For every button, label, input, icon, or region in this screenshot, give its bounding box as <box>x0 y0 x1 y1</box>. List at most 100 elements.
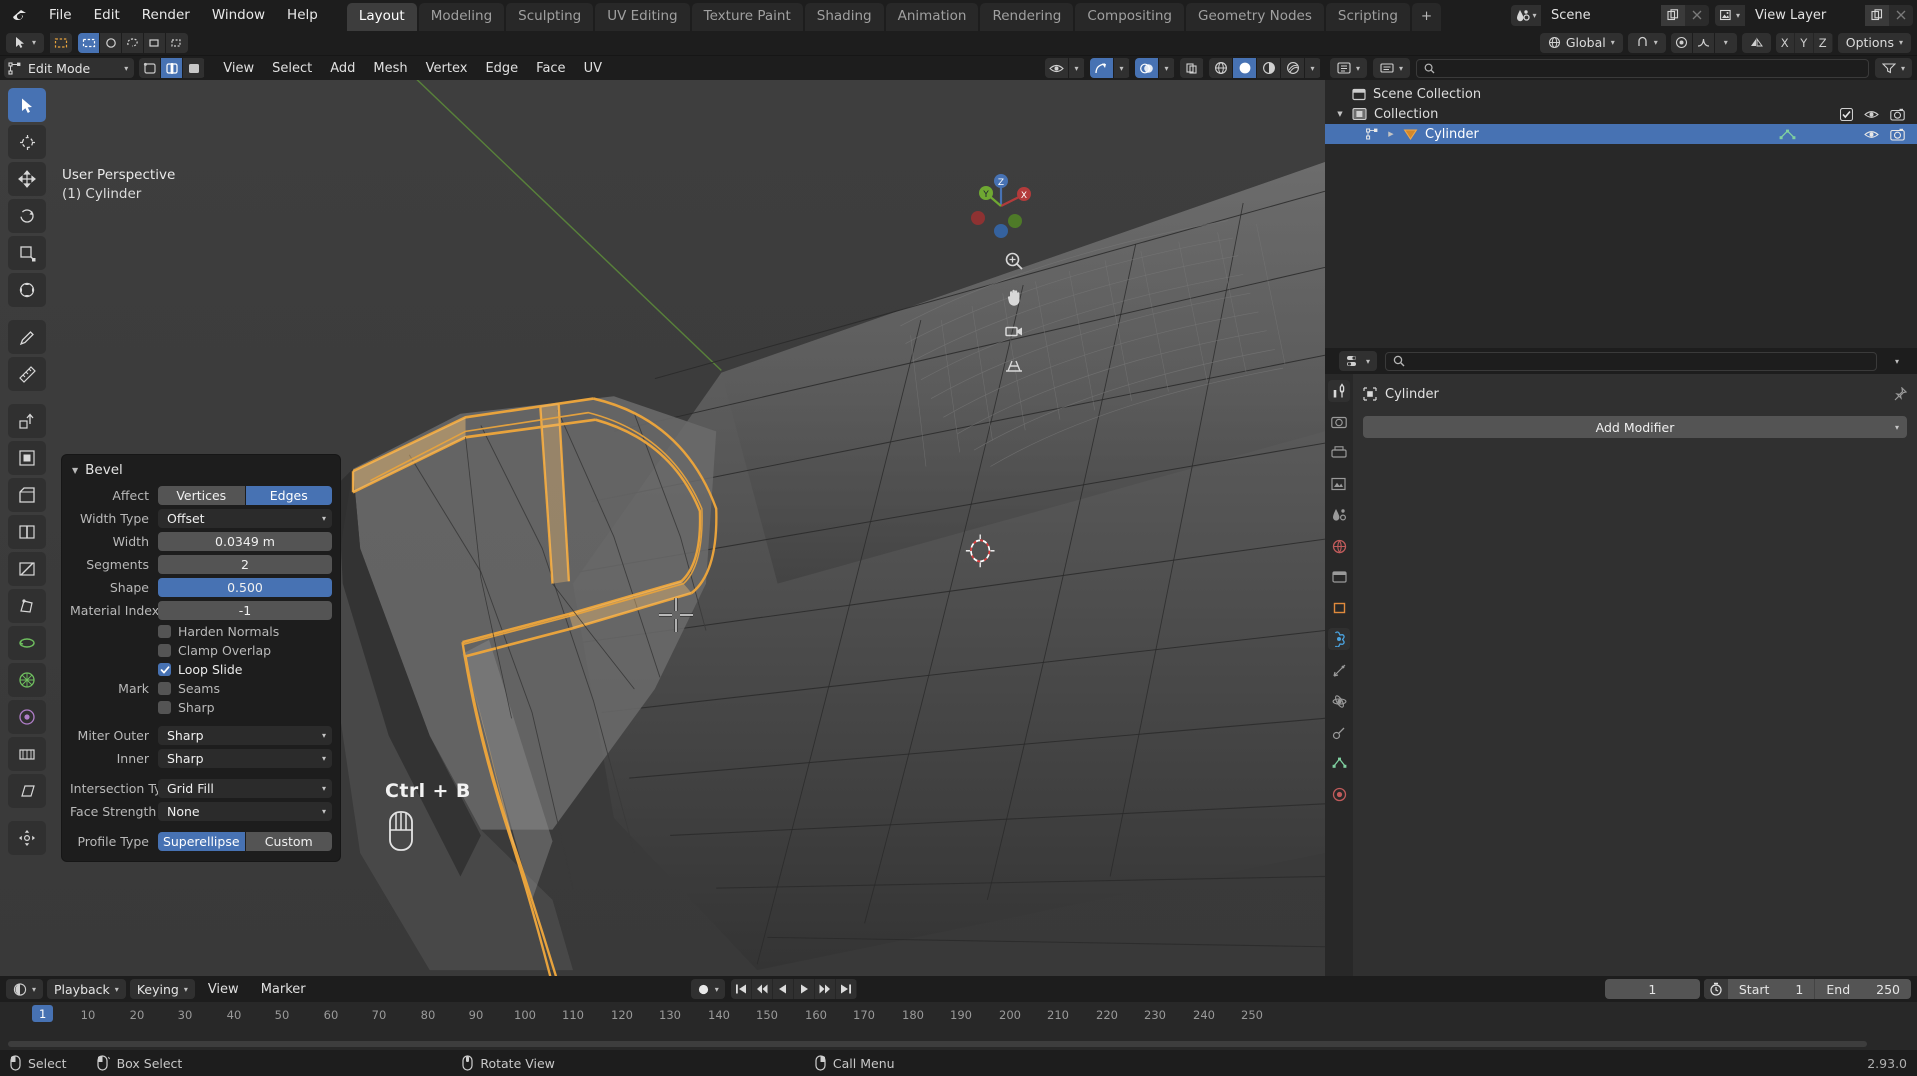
bevel-width-value-field[interactable]: 0.0349 m <box>158 532 332 551</box>
end-frame-field[interactable]: End 250 <box>1815 979 1911 999</box>
show-gizmo-icon[interactable] <box>1090 58 1114 78</box>
timeline-playback-menu[interactable]: Playback ▾ <box>47 979 126 999</box>
vertex-select-mode-icon[interactable] <box>139 58 161 78</box>
chevron-down-icon[interactable]: ▾ <box>1114 58 1130 78</box>
bevel-segments-value-field[interactable]: 2 <box>158 555 332 574</box>
tool-rip-region-icon[interactable] <box>8 821 46 855</box>
start-frame-field[interactable]: Start 1 <box>1728 979 1816 999</box>
active-tool-selector[interactable]: ▾ <box>6 33 44 53</box>
timeline-marker-menu[interactable]: Marker <box>252 979 315 1000</box>
tool-bevel-icon[interactable] <box>8 478 46 512</box>
timeline-horizontal-scrollbar[interactable] <box>8 1041 1867 1047</box>
expand-triangle-icon[interactable]: ▼ <box>1335 110 1345 118</box>
new-view-layer-button[interactable] <box>1865 5 1889 26</box>
chevron-down-icon[interactable]: ▾ <box>1159 58 1175 78</box>
bevel-profile-type-toggle[interactable]: Superellipse Custom <box>158 832 332 851</box>
next-keyframe-button[interactable] <box>815 979 836 999</box>
tab-view-layer[interactable] <box>1328 473 1350 495</box>
mode-selector[interactable]: Edit Mode ▾ <box>4 58 134 78</box>
view-axis-gizmo[interactable]: Z X Y <box>965 170 1035 240</box>
proportional-falloff-icon[interactable] <box>1693 33 1715 53</box>
menu-file[interactable]: File <box>38 3 83 27</box>
tool-tweak-icon[interactable] <box>8 88 46 122</box>
pin-icon[interactable] <box>1893 387 1907 401</box>
bevel-face-strength-dropdown[interactable]: None ▾ <box>158 802 332 821</box>
bevel-affect-toggle[interactable]: Vertices Edges <box>158 486 332 505</box>
outliner-editor-type-selector[interactable]: ▾ <box>1330 58 1367 78</box>
previous-keyframe-button[interactable] <box>752 979 773 999</box>
outliner-search-input[interactable] <box>1416 59 1869 78</box>
menu-render[interactable]: Render <box>131 3 201 27</box>
tweak-select-icon[interactable] <box>50 33 72 53</box>
workspace-tab-layout[interactable]: Layout <box>347 3 417 31</box>
vp-menu-add[interactable]: Add <box>321 58 364 79</box>
camera-render-icon[interactable] <box>1890 108 1905 121</box>
play-button[interactable] <box>794 979 815 999</box>
bevel-affect-vertices-option[interactable]: Vertices <box>158 486 245 505</box>
zoom-icon[interactable] <box>1001 248 1027 274</box>
scene-name[interactable]: Scene <box>1541 5 1661 26</box>
camera-perspective-icon[interactable] <box>1001 318 1027 344</box>
chevron-down-icon[interactable]: ▾ <box>1069 58 1085 78</box>
bevel-mark-sharp-checkbox[interactable] <box>158 701 171 714</box>
bevel-profile-superellipse-option[interactable]: Superellipse <box>158 832 245 851</box>
tool-annotate-icon[interactable] <box>8 320 46 354</box>
expand-triangle-icon[interactable]: ▶ <box>1386 130 1396 138</box>
chevron-down-icon[interactable]: ▾ <box>1715 33 1737 53</box>
bevel-clamp-overlap-checkbox[interactable] <box>158 644 171 657</box>
tool-shear-icon[interactable] <box>8 774 46 808</box>
menu-edit[interactable]: Edit <box>83 3 131 27</box>
vp-menu-uv[interactable]: UV <box>575 58 611 79</box>
vp-menu-vertex[interactable]: Vertex <box>417 58 477 79</box>
rendered-shading-icon[interactable] <box>1281 58 1305 78</box>
jump-to-end-button[interactable] <box>836 979 857 999</box>
eye-icon[interactable] <box>1864 129 1879 140</box>
tool-move-icon[interactable] <box>8 162 46 196</box>
play-reverse-button[interactable] <box>773 979 794 999</box>
tab-tool[interactable] <box>1328 380 1350 402</box>
mirror-x-toggle[interactable] <box>1742 33 1771 53</box>
show-overlays-icon[interactable] <box>1135 58 1159 78</box>
workspace-tab-modeling[interactable]: Modeling <box>419 3 504 31</box>
solid-shading-icon[interactable] <box>1233 58 1257 78</box>
proportional-editing-icon[interactable] <box>1671 33 1693 53</box>
bevel-material-index-field[interactable]: -1 <box>158 601 332 620</box>
select-lasso-icon[interactable] <box>122 33 144 53</box>
face-select-mode-icon[interactable] <box>183 58 205 78</box>
workspace-tab-scripting[interactable]: Scripting <box>1326 3 1410 31</box>
bevel-width-type-dropdown[interactable]: Offset ▾ <box>158 509 332 528</box>
menu-help[interactable]: Help <box>276 3 329 27</box>
bevel-intersection-type-dropdown[interactable]: Grid Fill ▾ <box>158 779 332 798</box>
timeline-editor-type-selector[interactable]: ▾ <box>6 979 43 999</box>
collapse-triangle-icon[interactable]: ▼ <box>72 466 78 475</box>
tab-world[interactable] <box>1328 535 1350 557</box>
tool-cursor-icon[interactable] <box>8 125 46 159</box>
blender-logo-icon[interactable] <box>6 2 32 28</box>
camera-render-icon[interactable] <box>1890 128 1905 141</box>
mirror-axis-y[interactable]: Y <box>1795 33 1814 53</box>
tab-output[interactable] <box>1328 442 1350 464</box>
tool-loop-cut-icon[interactable] <box>8 515 46 549</box>
mirror-axis-x[interactable]: X <box>1776 33 1795 53</box>
vp-menu-view[interactable]: View <box>214 58 263 79</box>
outliner-row-collection[interactable]: ▼ Collection <box>1325 104 1917 124</box>
tab-object[interactable] <box>1328 597 1350 619</box>
chevron-down-icon[interactable]: ▾ <box>1305 58 1321 78</box>
snap-selector[interactable]: ▾ <box>1628 33 1666 53</box>
bevel-profile-custom-option[interactable]: Custom <box>246 832 333 851</box>
bevel-panel-header[interactable]: ▼ Bevel <box>62 455 340 486</box>
bevel-loop-slide-checkbox[interactable] <box>158 663 171 676</box>
tool-smooth-icon[interactable] <box>8 663 46 697</box>
bevel-harden-normals-checkbox[interactable] <box>158 625 171 638</box>
toggle-xray-icon[interactable] <box>1180 58 1204 78</box>
tool-poly-build-icon[interactable] <box>8 589 46 623</box>
add-workspace-button[interactable]: + <box>1412 3 1441 31</box>
jump-to-start-button[interactable] <box>731 979 752 999</box>
properties-editor-type-selector[interactable]: ▾ <box>1339 351 1377 371</box>
properties-search-input[interactable] <box>1385 352 1877 371</box>
bevel-shape-slider[interactable]: 0.500 <box>158 578 332 597</box>
outliner-row-cylinder[interactable]: ▶ Cylinder <box>1325 124 1917 144</box>
tool-spin-icon[interactable] <box>8 626 46 660</box>
tool-knife-icon[interactable] <box>8 552 46 586</box>
vp-menu-mesh[interactable]: Mesh <box>364 58 416 79</box>
